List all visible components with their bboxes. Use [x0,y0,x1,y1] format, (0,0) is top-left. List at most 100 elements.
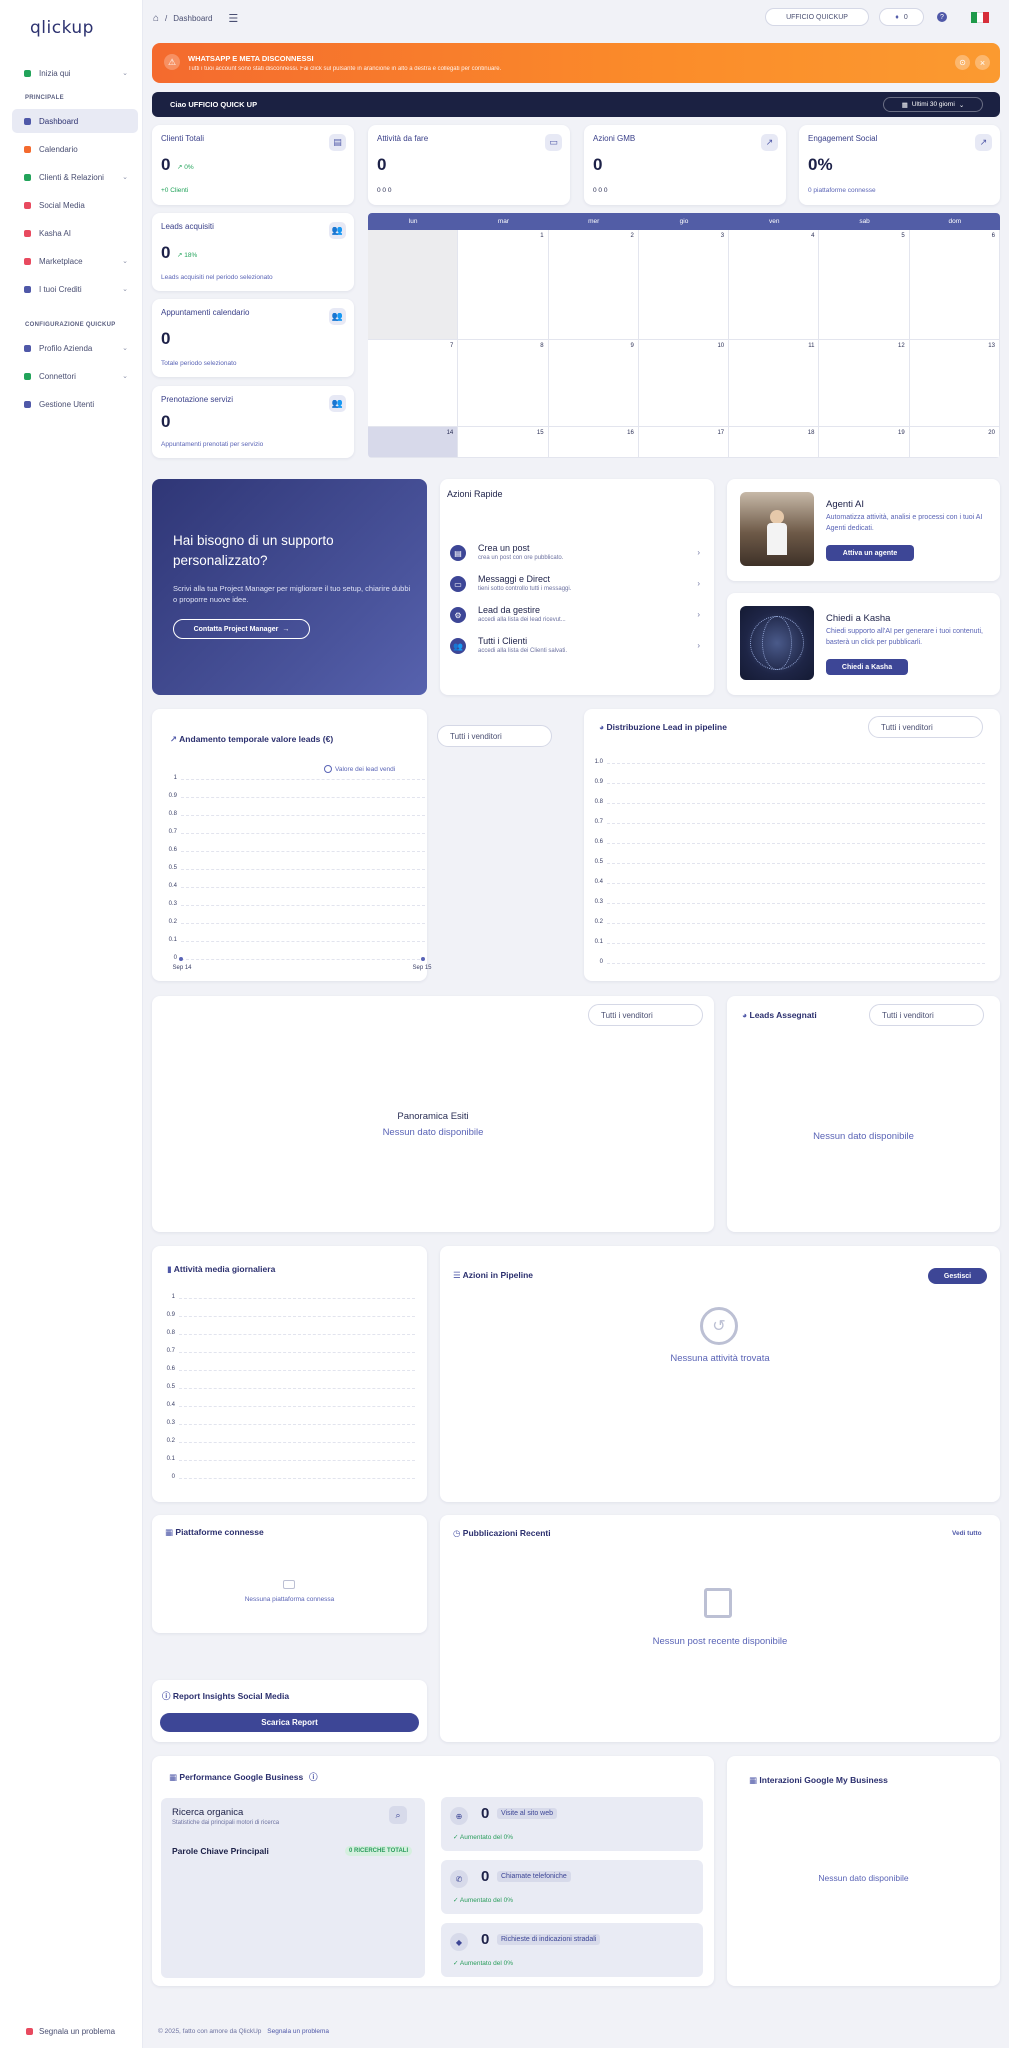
calendar-day-cell[interactable]: 14 [368,427,459,458]
metric-sub: ✓ Aumentato del 0% [453,1897,514,1904]
sidebar-item-6[interactable]: I tuoi Crediti ⌄ [12,277,138,301]
footer-report-link[interactable]: Segnala un problema [267,2028,329,2035]
info-icon[interactable]: ⊙ [955,55,970,70]
sidebar-item-3[interactable]: Social Media [12,193,138,217]
quick-action-title: Lead da gestire [478,605,541,615]
pipeline-actions-card: ☰ Azioni in Pipeline Gestisci ↺ Nessuna … [440,1246,1000,1502]
metric-value: 0 [481,1805,490,1822]
device-icon [283,1580,295,1589]
calendar-day-cell[interactable]: 17 [638,427,730,458]
activate-agent-button[interactable]: Attiva un agente [826,545,914,561]
quick-action-item[interactable]: ⚙ Lead da gestire accedi alla lista dei le… [450,604,700,630]
sidebar-item-label: Kasha AI [39,228,72,238]
calendar-day-cell[interactable]: 5 [819,230,910,340]
download-report-button[interactable]: Scarica Report [160,1713,419,1732]
close-icon[interactable]: × [975,55,990,70]
metric-value: 0 [481,1868,490,1885]
calendar-day-cell[interactable] [368,230,459,340]
chevron-down-icon: ⌄ [122,70,128,77]
help-icon[interactable]: ? [937,12,947,22]
alert-title: WHATSAPP E META DISCONNESSI [188,54,314,63]
credits-badge[interactable]: ♦ 0 [879,8,924,26]
seller-filter[interactable]: Tutti i venditori [437,725,552,747]
stat-card-engagement[interactable]: Engagement Social ↗ 0% 0 piattaforme con… [799,125,1000,205]
daily-activity-gridline [179,1460,415,1461]
sidebar-item-1[interactable]: Calendario [12,137,138,161]
quick-action-item[interactable]: 👥 Tutti i Clienti accedi alla lista dei Cl… [450,635,700,661]
sidebar-item-5[interactable]: Marketplace ⌄ [12,249,138,273]
quick-action-sub: crea un post con ore pubblicato. [478,555,564,561]
daily-activity-ytick: 0.7 [166,1348,175,1354]
sidebar-item-inizia[interactable]: Inizia qui ⌄ [12,61,138,85]
app-logo[interactable]: qlickup [30,18,94,38]
stat-value: 0% [808,155,833,174]
leads-value-gridline [181,959,425,960]
stat-title: Attività da fare [377,134,429,143]
calendar-day-cell[interactable]: 8 [458,340,549,427]
stat-card-appuntamenti[interactable]: Appuntamenti calendario 👥 0 Totale perio… [152,299,354,377]
chevron-down-icon: ⌄ [122,286,128,293]
pipeline-ytick: 0.1 [594,939,603,945]
info-icon: ⓘ [162,1691,173,1701]
calendar-day-cell[interactable]: 10 [638,340,730,427]
pipeline-ytick: 0.8 [594,799,603,805]
nav-icon [24,400,31,408]
calendar-day-cell[interactable]: 4 [729,230,820,340]
calendar-day-cell[interactable]: 18 [729,427,820,458]
contact-pm-button[interactable]: Contatta Project Manager → [173,619,310,639]
daily-activity-gridline [179,1298,415,1299]
manage-button[interactable]: Gestisci [928,1268,987,1284]
globe-image [740,606,814,680]
daily-activity-ytick: 0.5 [166,1384,175,1390]
calendar-day-cell[interactable]: 9 [548,340,639,427]
stat-card-prenotazioni[interactable]: Prenotazione servizi 👥 0 Appuntamenti pr… [152,386,354,458]
stat-card-gmb[interactable]: Azioni GMB ↗ 0 0 0 0 [584,125,786,205]
office-selector[interactable]: UFFICIO QUICKUP [765,8,869,26]
view-all-link[interactable]: Vedi tutto [952,1530,982,1537]
quick-action-icon: ▭ [450,576,466,592]
stat-card-attivita[interactable]: Attività da fare ▭ 0 0 0 0 [368,125,570,205]
leads-value-gridline [181,941,425,942]
stat-card-clienti[interactable]: Clienti Totali ▤ 0 ↗ 0% +0 Clienti [152,125,354,205]
sidebar-item-4[interactable]: Kasha AI [12,221,138,245]
calendar-day-cell[interactable]: 3 [638,230,730,340]
apps-icon: ▦ [165,1527,176,1537]
pipeline-ytick: 0.6 [594,839,603,845]
calendar-day-cell[interactable]: 19 [819,427,910,458]
chart-legend: Valore dei lead vendi [324,765,395,773]
calendar-day-cell[interactable]: 12 [819,340,910,427]
seller-filter[interactable]: Tutti i venditori [869,1004,984,1026]
calendar-day-header: sab [819,213,910,230]
sidebar-config-item-1[interactable]: Connettori ⌄ [12,364,138,388]
calendar-day-cell[interactable]: 7 [368,340,459,427]
ask-kasha-button[interactable]: Chiedi a Kasha [826,659,908,675]
sidebar-item-0[interactable]: Dashboard [12,109,138,133]
home-icon[interactable]: ⌂ [153,13,159,24]
date-range-selector[interactable]: ▦ Ultimi 30 giorni ⌄ [883,97,983,112]
calendar-day-cell[interactable]: 16 [548,427,639,458]
calendar-day-cell[interactable]: 1 [458,230,549,340]
calendar-day-cell[interactable]: 20 [909,427,1000,458]
calendar-day-cell[interactable]: 15 [458,427,549,458]
quick-action-item[interactable]: ▭ Messaggi e Direct tieni sotto controllo … [450,573,700,599]
seller-filter[interactable]: Tutti i venditori [868,716,983,738]
quick-action-title: Messaggi e Direct [478,574,551,584]
gmb-metric-card: ⊕ 0 Visite al sito web ✓ Aumentato del 0% [441,1797,703,1851]
pie-chart-icon: ◕ [599,722,607,732]
sidebar-item-2[interactable]: Clienti & Relazioni ⌄ [12,165,138,189]
stat-card-leads[interactable]: Leads acquisiti 👥 0 ↗ 18% Leads acquisit… [152,213,354,291]
search-icon[interactable]: ⌕ [389,1806,407,1824]
alert-text: Tutti i tuoi account sono stati disconne… [188,66,502,72]
report-problem-link[interactable]: Segnala un problema [26,2027,115,2036]
calendar-day-cell[interactable]: 13 [909,340,1000,427]
sidebar-config-item-0[interactable]: Profilo Azienda ⌄ [12,336,138,360]
quick-action-item[interactable]: ▤ Crea un post crea un post con ore pubbli… [450,542,700,568]
seller-filter[interactable]: Tutti i venditori [588,1004,703,1026]
sidebar-config-item-2[interactable]: Gestione Utenti [12,392,138,416]
metric-label: Chiamate telefoniche [497,1871,571,1882]
calendar-day-cell[interactable]: 6 [909,230,1000,340]
calendar-day-cell[interactable]: 11 [729,340,820,427]
calendar-day-cell[interactable]: 2 [548,230,639,340]
italy-flag-icon[interactable] [971,12,989,23]
menu-icon[interactable]: ☰ [228,12,238,25]
